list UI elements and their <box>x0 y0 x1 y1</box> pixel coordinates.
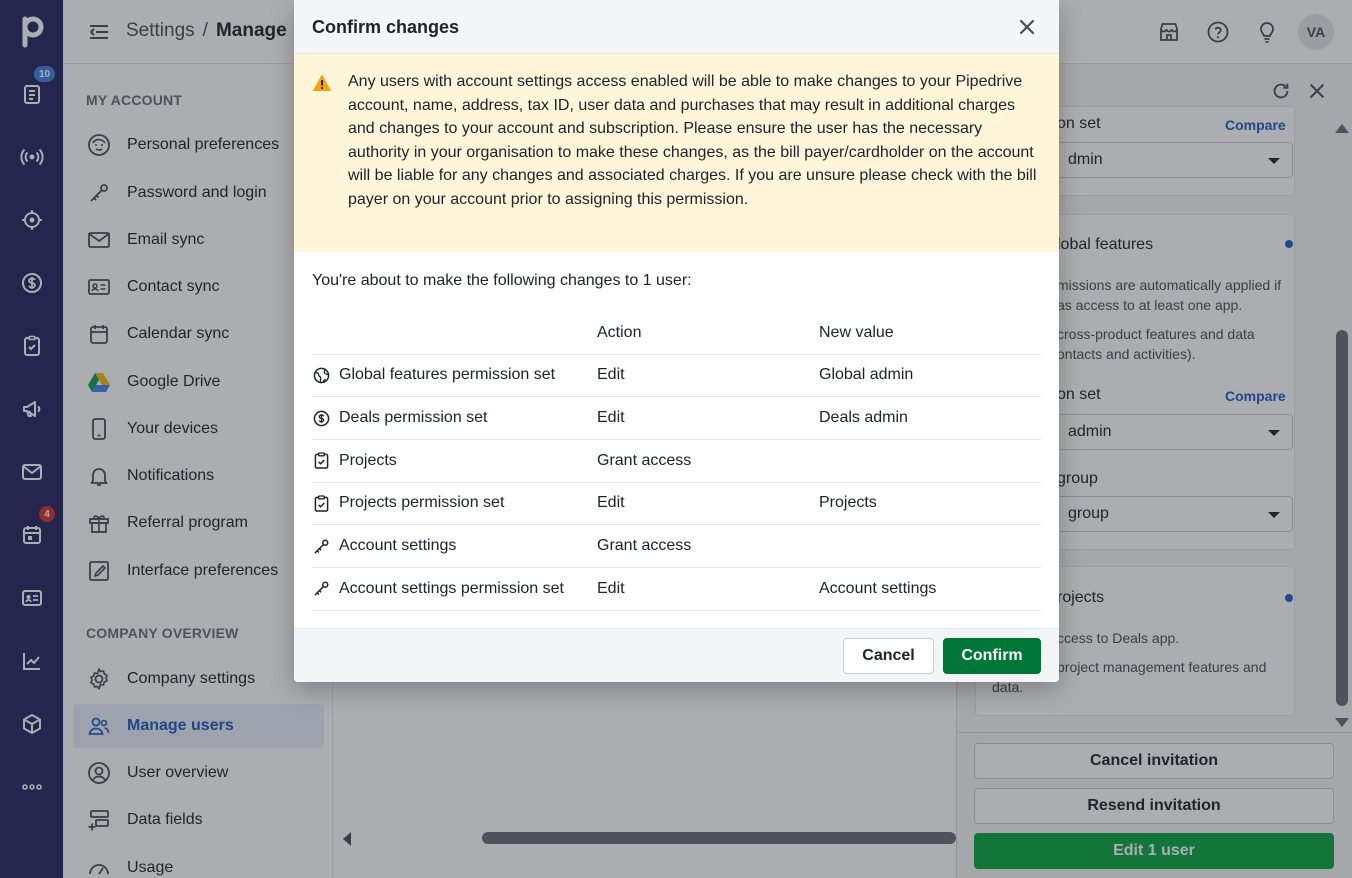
table-row: Deals permission set Edit Deals admin <box>312 396 1041 440</box>
row-new-value: Global admin <box>819 354 1041 398</box>
row-new-value: Account settings <box>819 567 1041 611</box>
action-column-header: Action <box>597 312 819 355</box>
table-row: Account settings Grant access <box>312 524 1041 568</box>
warning-text: Any users with account settings access e… <box>348 73 1037 208</box>
warning-icon <box>312 74 332 91</box>
row-feature: Account settings <box>339 537 457 555</box>
confirm-changes-dialog: Confirm changes Any users with account s… <box>294 0 1059 682</box>
table-row: Projects Grant access <box>312 439 1041 483</box>
feature-column-header <box>312 312 597 355</box>
row-new-value: Projects <box>819 482 1041 526</box>
table-row: Account settings permission set Edit Acc… <box>312 567 1041 611</box>
confirm-button[interactable]: Confirm <box>943 638 1041 674</box>
row-action: Edit <box>597 396 819 440</box>
dialog-title: Confirm changes <box>312 17 460 37</box>
key-icon <box>313 539 328 554</box>
table-row: Global features permission set Edit Glob… <box>312 354 1041 398</box>
table-row: Projects permission set Edit Projects <box>312 482 1041 526</box>
row-feature: Account settings permission set <box>339 579 564 597</box>
changes-table: Action New value Global features permiss… <box>312 312 1041 611</box>
row-new-value <box>819 439 1041 483</box>
clipboard-icon <box>314 452 328 469</box>
row-action: Grant access <box>597 524 819 568</box>
dialog-footer: Cancel Confirm <box>294 628 1059 682</box>
warning-banner: Any users with account settings access e… <box>294 54 1059 252</box>
table-header-row: Action New value <box>312 312 1041 355</box>
row-feature: Deals permission set <box>339 409 488 427</box>
close-icon[interactable] <box>1015 15 1039 39</box>
changes-intro: You're about to make the following chang… <box>312 272 692 289</box>
cancel-button[interactable]: Cancel <box>843 638 934 674</box>
dialog-header: Confirm changes <box>294 0 1059 54</box>
row-new-value: Deals admin <box>819 396 1041 440</box>
row-action: Edit <box>597 354 819 398</box>
row-action: Edit <box>597 482 819 526</box>
globe-icon <box>313 367 329 384</box>
row-feature: Global features permission set <box>339 366 556 384</box>
dollar-icon <box>313 410 329 426</box>
row-new-value <box>819 524 1041 568</box>
row-action: Edit <box>597 567 819 611</box>
row-feature: Projects <box>339 451 397 469</box>
key-icon <box>313 581 328 596</box>
row-action: Grant access <box>597 439 819 483</box>
row-feature: Projects permission set <box>339 494 505 512</box>
new-value-column-header: New value <box>819 312 1041 355</box>
clipboard-icon <box>314 495 328 512</box>
